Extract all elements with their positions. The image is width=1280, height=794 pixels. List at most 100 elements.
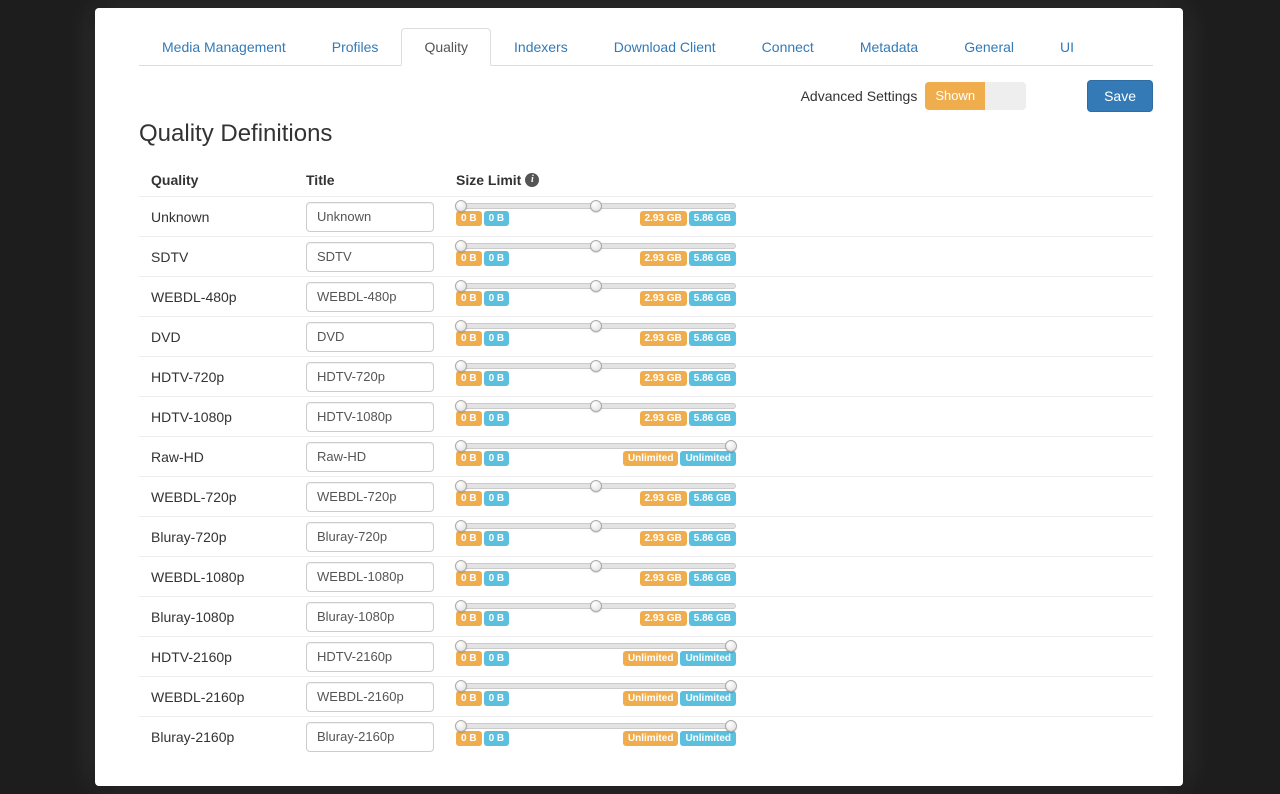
min-60min-badge: 0 B [484, 531, 510, 546]
title-input[interactable] [306, 602, 434, 632]
size-slider[interactable] [456, 283, 736, 289]
slider-handle-max[interactable] [725, 720, 737, 732]
title-input[interactable] [306, 722, 434, 752]
quality-row: WEBDL-2160p0 B0 BUnlimitedUnlimited [139, 676, 1153, 716]
slider-handle-max[interactable] [725, 440, 737, 452]
quality-name: Raw-HD [151, 449, 306, 465]
info-icon[interactable]: i [525, 173, 539, 187]
slider-handle-max[interactable] [725, 640, 737, 652]
slider-handle-min[interactable] [455, 360, 467, 372]
title-input[interactable] [306, 202, 434, 232]
min-60min-badge: 0 B [484, 651, 510, 666]
size-slider[interactable] [456, 363, 736, 369]
title-input[interactable] [306, 682, 434, 712]
size-cell: 0 B0 B2.93 GB5.86 GB [456, 527, 1149, 546]
title-input[interactable] [306, 362, 434, 392]
size-slider[interactable] [456, 483, 736, 489]
quality-name: HDTV-1080p [151, 409, 306, 425]
slider-handle-min[interactable] [455, 440, 467, 452]
size-cell: 0 B0 BUnlimitedUnlimited [456, 727, 1149, 746]
title-input[interactable] [306, 522, 434, 552]
quality-name: Unknown [151, 209, 306, 225]
slider-handle-min[interactable] [455, 640, 467, 652]
slider-handle-max[interactable] [590, 520, 602, 532]
slider-handle-max[interactable] [590, 600, 602, 612]
max-30min-badge: Unlimited [623, 651, 679, 666]
page-title: Quality Definitions [139, 120, 1153, 148]
slider-handle-min[interactable] [455, 560, 467, 572]
slider-handle-min[interactable] [455, 320, 467, 332]
tab-download-client[interactable]: Download Client [591, 28, 739, 66]
size-slider[interactable] [456, 323, 736, 329]
title-input[interactable] [306, 562, 434, 592]
min-60min-badge: 0 B [484, 451, 510, 466]
size-slider[interactable] [456, 243, 736, 249]
size-cell: 0 B0 B2.93 GB5.86 GB [456, 407, 1149, 426]
slider-handle-min[interactable] [455, 600, 467, 612]
slider-handle-max[interactable] [590, 240, 602, 252]
quality-row: Bluray-1080p0 B0 B2.93 GB5.86 GB [139, 596, 1153, 636]
advanced-settings-label: Advanced Settings [801, 88, 918, 104]
size-slider[interactable] [456, 443, 736, 449]
size-slider[interactable] [456, 563, 736, 569]
tab-indexers[interactable]: Indexers [491, 28, 591, 66]
max-30min-badge: 2.93 GB [640, 611, 687, 626]
slider-handle-min[interactable] [455, 680, 467, 692]
min-60min-badge: 0 B [484, 291, 510, 306]
title-input[interactable] [306, 442, 434, 472]
size-slider[interactable] [456, 683, 736, 689]
tab-metadata[interactable]: Metadata [837, 28, 941, 66]
slider-handle-max[interactable] [725, 680, 737, 692]
min-30min-badge: 0 B [456, 331, 482, 346]
size-slider[interactable] [456, 603, 736, 609]
slider-handle-max[interactable] [590, 360, 602, 372]
title-input[interactable] [306, 322, 434, 352]
title-input[interactable] [306, 282, 434, 312]
min-60min-badge: 0 B [484, 571, 510, 586]
max-60min-badge: 5.86 GB [689, 411, 736, 426]
slider-handle-max[interactable] [590, 200, 602, 212]
slider-handle-max[interactable] [590, 560, 602, 572]
toggle-off[interactable] [985, 82, 1026, 110]
slider-handle-min[interactable] [455, 200, 467, 212]
title-input[interactable] [306, 402, 434, 432]
min-60min-badge: 0 B [484, 411, 510, 426]
slider-handle-min[interactable] [455, 520, 467, 532]
slider-handle-min[interactable] [455, 720, 467, 732]
size-cell: 0 B0 B2.93 GB5.86 GB [456, 367, 1149, 386]
slider-handle-min[interactable] [455, 240, 467, 252]
max-60min-badge: 5.86 GB [689, 531, 736, 546]
save-button[interactable]: Save [1087, 80, 1153, 112]
max-30min-badge: 2.93 GB [640, 331, 687, 346]
quality-row: HDTV-1080p 0 B0 B2.93 GB5.86 GB [139, 396, 1153, 436]
quality-name: WEBDL-480p [151, 289, 306, 305]
size-slider[interactable] [456, 643, 736, 649]
toggle-on[interactable]: Shown [925, 82, 985, 110]
quality-row: Unknown0 B0 B2.93 GB5.86 GB [139, 196, 1153, 236]
slider-handle-max[interactable] [590, 480, 602, 492]
tab-ui[interactable]: UI [1037, 28, 1097, 66]
size-slider[interactable] [456, 723, 736, 729]
tab-connect[interactable]: Connect [739, 28, 837, 66]
tab-general[interactable]: General [941, 28, 1037, 66]
slider-handle-min[interactable] [455, 480, 467, 492]
min-30min-badge: 0 B [456, 371, 482, 386]
title-input[interactable] [306, 482, 434, 512]
title-input[interactable] [306, 642, 434, 672]
slider-handle-min[interactable] [455, 400, 467, 412]
slider-handle-max[interactable] [590, 320, 602, 332]
size-slider[interactable] [456, 403, 736, 409]
size-slider[interactable] [456, 523, 736, 529]
min-30min-badge: 0 B [456, 491, 482, 506]
min-30min-badge: 0 B [456, 531, 482, 546]
size-cell: 0 B0 B2.93 GB5.86 GB [456, 247, 1149, 266]
slider-handle-max[interactable] [590, 400, 602, 412]
tab-quality[interactable]: Quality [401, 28, 491, 66]
size-slider[interactable] [456, 203, 736, 209]
slider-handle-min[interactable] [455, 280, 467, 292]
advanced-settings-toggle[interactable]: Shown [925, 82, 1026, 110]
tab-media-management[interactable]: Media Management [139, 28, 309, 66]
slider-handle-max[interactable] [590, 280, 602, 292]
title-input[interactable] [306, 242, 434, 272]
tab-profiles[interactable]: Profiles [309, 28, 402, 66]
